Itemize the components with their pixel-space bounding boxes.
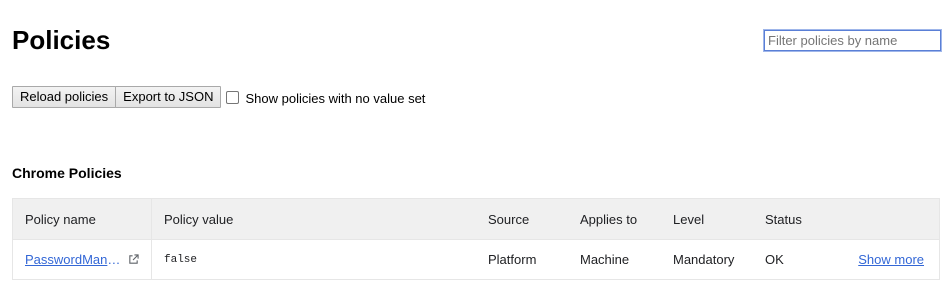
policy-value: false <box>164 253 198 266</box>
table-row: PasswordManagerEnabled false Platform Ma… <box>13 239 939 279</box>
show-unset-toggle[interactable]: Show policies with no value set <box>226 89 425 106</box>
policy-name-link[interactable]: PasswordManagerEnabled <box>25 252 124 267</box>
policies-page: Policies Reload policies Export to JSON … <box>0 0 951 284</box>
filter-policies-input[interactable] <box>763 29 942 52</box>
show-more-link[interactable]: Show more <box>858 252 924 267</box>
header-level: Level <box>673 211 705 227</box>
header-actions <box>825 199 939 239</box>
header-status: Status <box>765 211 802 227</box>
policy-level: Mandatory <box>673 252 735 267</box>
toolbar: Reload policies Export to JSON Show poli… <box>12 85 425 108</box>
section-title: Chrome Policies <box>12 165 122 181</box>
header-policy-value: Policy value <box>164 211 234 227</box>
show-unset-checkbox[interactable] <box>226 91 240 104</box>
show-more-cell: Show more <box>825 240 939 279</box>
policy-status: OK <box>765 252 784 267</box>
header-source: Source <box>488 211 530 227</box>
policy-table: Policy name Policy value Source Applies … <box>12 198 940 280</box>
show-unset-label: Show policies with no value set <box>245 91 426 106</box>
header-applies-to: Applies to <box>580 211 638 227</box>
external-link-icon[interactable] <box>128 254 139 265</box>
page-title: Policies <box>12 25 111 55</box>
header-policy-name: Policy name <box>13 199 152 239</box>
reload-policies-button[interactable]: Reload policies <box>12 85 117 108</box>
policy-source: Platform <box>488 252 537 267</box>
policy-name-cell: PasswordManagerEnabled <box>13 240 152 279</box>
export-json-button[interactable]: Export to JSON <box>115 85 222 108</box>
table-header-row: Policy name Policy value Source Applies … <box>13 199 939 239</box>
policy-applies-to: Machine <box>580 252 630 267</box>
